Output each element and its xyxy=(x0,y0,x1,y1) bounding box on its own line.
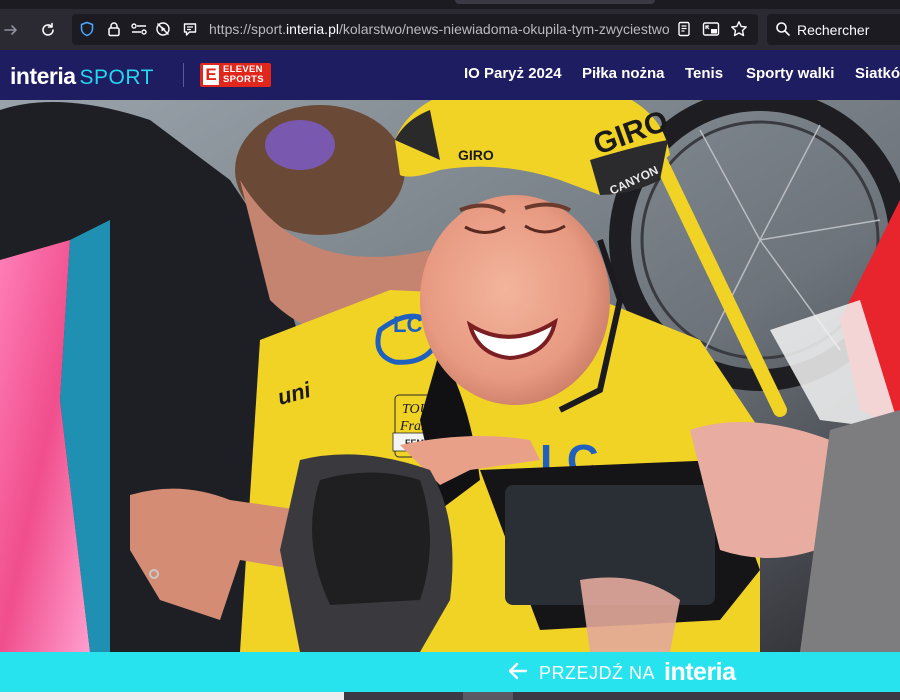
brand-name: interia xyxy=(10,63,76,89)
bottom-strip-light xyxy=(0,692,344,700)
tracking-protection-button[interactable] xyxy=(78,20,96,38)
bookmark-button[interactable] xyxy=(730,20,748,38)
arrow-left-icon xyxy=(508,662,528,680)
browser-toolbar: https://sport.interia.pl/kolarstwo/news-… xyxy=(0,9,900,50)
url-domain: interia.pl xyxy=(286,21,339,37)
message-icon xyxy=(183,23,197,36)
notification-button[interactable] xyxy=(181,20,199,38)
forward-button[interactable] xyxy=(0,17,24,43)
bookmark-star-icon xyxy=(731,21,747,37)
goto-interia-label: PRZEJDŹ NA xyxy=(539,663,656,683)
permissions-icon xyxy=(131,23,147,35)
picture-in-picture-button[interactable] xyxy=(702,20,720,38)
address-bar[interactable]: https://sport.interia.pl/kolarstwo/news-… xyxy=(72,14,758,45)
reader-view-icon xyxy=(678,21,690,37)
tab-strip xyxy=(0,0,900,9)
autoplay-blocked-button[interactable] xyxy=(154,20,172,38)
eleven-sports-mark: E xyxy=(203,65,219,85)
reload-button[interactable] xyxy=(35,17,61,43)
lock-icon xyxy=(108,22,120,37)
goto-interia-banner[interactable]: PRZEJDŹ NA interia xyxy=(0,652,900,692)
interia-sport-logo[interactable]: interia SPORT xyxy=(10,63,154,89)
eleven-sports-logo[interactable]: E ELEVEN SPORTS xyxy=(200,63,271,87)
active-tab[interactable] xyxy=(455,0,655,4)
search-placeholder: Rechercher xyxy=(797,22,870,38)
site-info-button[interactable] xyxy=(105,20,123,38)
logo-divider xyxy=(183,63,184,87)
url-path: /kolarstwo/news-niewiadoma-okupila-tym-z… xyxy=(338,21,669,37)
article-hero-image: LC LC uni TOUR France FEMMES GIRO GIRO C… xyxy=(0,100,900,652)
permissions-button[interactable] xyxy=(130,20,148,38)
interia-logo: interia xyxy=(664,658,736,686)
url-prefix: https://sport. xyxy=(209,21,287,37)
eleven-sports-line2: SPORTS xyxy=(223,74,264,85)
helmet-brand-front: GIRO xyxy=(458,147,494,163)
hero-photo: LC LC uni TOUR France FEMMES GIRO GIRO C… xyxy=(0,100,900,652)
search-input[interactable]: Rechercher xyxy=(767,14,900,45)
jersey-logo-small: LC xyxy=(393,312,422,337)
picture-in-picture-icon xyxy=(702,22,720,36)
search-icon xyxy=(776,22,790,36)
url-text[interactable]: https://sport.interia.pl/kolarstwo/news-… xyxy=(209,21,669,38)
site-navigation: interia SPORT E ELEVEN SPORTS IO Paryż 2… xyxy=(0,50,900,100)
nav-item-sporty-walki[interactable]: Sporty walki xyxy=(746,65,834,82)
nav-item-pilka-nozna[interactable]: Piłka nożna xyxy=(582,65,665,82)
nav-item-io-paryz[interactable]: IO Paryż 2024 xyxy=(464,65,562,82)
shield-icon xyxy=(80,21,94,37)
reader-view-button[interactable] xyxy=(675,20,693,38)
reload-icon xyxy=(42,22,54,36)
bottom-strip-scroll xyxy=(463,692,513,700)
bottom-strip xyxy=(0,692,900,700)
section-name: SPORT xyxy=(79,66,154,89)
forward-icon xyxy=(4,25,17,35)
nav-item-siatkowka[interactable]: Siatkówka xyxy=(855,65,900,82)
autoplay-blocked-icon xyxy=(156,22,170,36)
nav-item-tenis[interactable]: Tenis xyxy=(685,65,723,82)
